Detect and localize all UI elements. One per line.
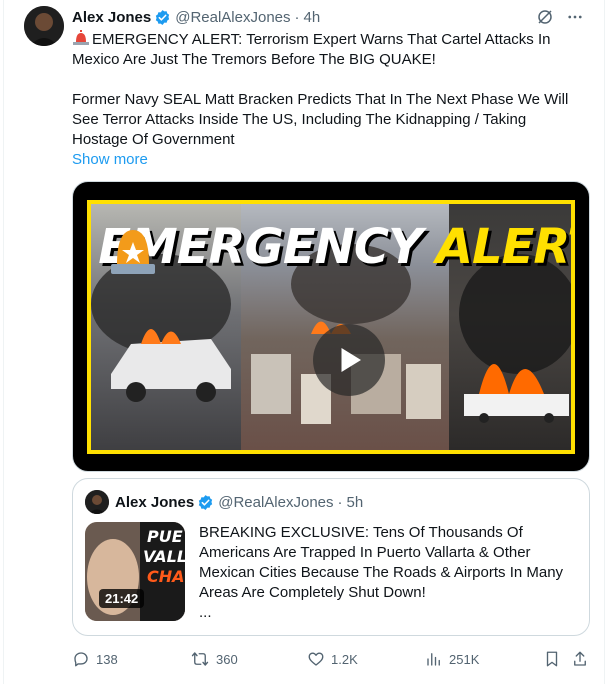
- action-bar: 138 360 1.2K 251K: [72, 648, 590, 670]
- video-media[interactable]: EMERGENCY ALERT!: [72, 181, 590, 472]
- tweet-line-1: EMERGENCY ALERT: Terrorism Expert Warns …: [72, 31, 551, 68]
- reply-button[interactable]: 138: [72, 648, 118, 670]
- quoted-author-avatar: [85, 490, 109, 514]
- author-name[interactable]: Alex Jones: [72, 9, 151, 26]
- quoted-author-name: Alex Jones: [115, 493, 195, 511]
- svg-text:CHA: CHA: [147, 567, 185, 586]
- quoted-ellipsis: ...: [199, 604, 212, 621]
- quoted-video-thumbnail[interactable]: PUE VALLA CHA 21:42: [85, 522, 185, 621]
- share-icon: [574, 651, 586, 666]
- quoted-verified-badge-icon: [199, 494, 213, 510]
- tweet-paragraph-1: EMERGENCY ALERT: Terrorism Expert Warns …: [72, 30, 582, 70]
- tweet-body: EMERGENCY ALERT: Terrorism Expert Warns …: [72, 30, 582, 170]
- title-alert: ALERT!: [435, 219, 571, 275]
- separator-dot: ·: [294, 8, 300, 26]
- more-options-icon[interactable]: [566, 8, 584, 26]
- quoted-author-handle: @RealAlexJones: [218, 493, 334, 511]
- reply-count: 138: [96, 651, 118, 667]
- verified-badge-icon: [156, 9, 170, 25]
- play-icon: [341, 348, 361, 372]
- video-duration-badge: 21:42: [99, 589, 145, 608]
- like-button[interactable]: 1.2K: [307, 648, 358, 670]
- share-button[interactable]: [571, 648, 589, 670]
- post-time[interactable]: 4h: [304, 9, 321, 26]
- quoted-separator-dot: ·: [337, 493, 343, 511]
- quoted-body: BREAKING EXCLUSIVE: Tens Of Thousands Of…: [199, 523, 579, 623]
- views-chart-icon: [427, 653, 440, 666]
- view-count: 251K: [449, 651, 480, 667]
- svg-text:PUE: PUE: [147, 527, 183, 546]
- author-avatar[interactable]: [24, 6, 64, 46]
- heart-icon: [308, 652, 324, 666]
- quoted-text: BREAKING EXCLUSIVE: Tens Of Thousands Of…: [199, 524, 564, 601]
- reply-icon: [74, 652, 88, 667]
- bookmark-button[interactable]: [543, 648, 561, 670]
- tweet-card[interactable]: Alex Jones @RealAlexJones · 4h EMERGENCY…: [3, 0, 605, 684]
- bookmark-icon: [546, 651, 558, 667]
- siren-icon: [111, 230, 155, 274]
- siren-emoji-icon: [73, 30, 89, 45]
- repost-count: 360: [216, 651, 238, 667]
- views-button[interactable]: 251K: [425, 648, 479, 670]
- like-count: 1.2K: [331, 651, 358, 667]
- repost-icon: [191, 652, 209, 666]
- tweet-header: Alex Jones @RealAlexJones · 4h: [72, 6, 584, 28]
- author-handle[interactable]: @RealAlexJones: [175, 9, 290, 26]
- play-button[interactable]: [313, 324, 385, 396]
- svg-text:VALLA: VALLA: [143, 547, 185, 566]
- quoted-header: Alex Jones @RealAlexJones · 5h: [85, 490, 363, 514]
- show-more-link[interactable]: Show more: [72, 151, 148, 168]
- tweet-line-2: Former Navy SEAL Matt Bracken Predicts T…: [72, 91, 569, 148]
- quoted-post-time: 5h: [346, 493, 364, 511]
- repost-button[interactable]: 360: [190, 648, 238, 670]
- quoted-tweet[interactable]: Alex Jones @RealAlexJones · 5h PUE VALLA…: [72, 478, 590, 636]
- thumbnail-title: EMERGENCY ALERT!: [91, 212, 571, 282]
- grok-icon[interactable]: [536, 8, 554, 26]
- video-thumbnail: EMERGENCY ALERT!: [87, 200, 575, 454]
